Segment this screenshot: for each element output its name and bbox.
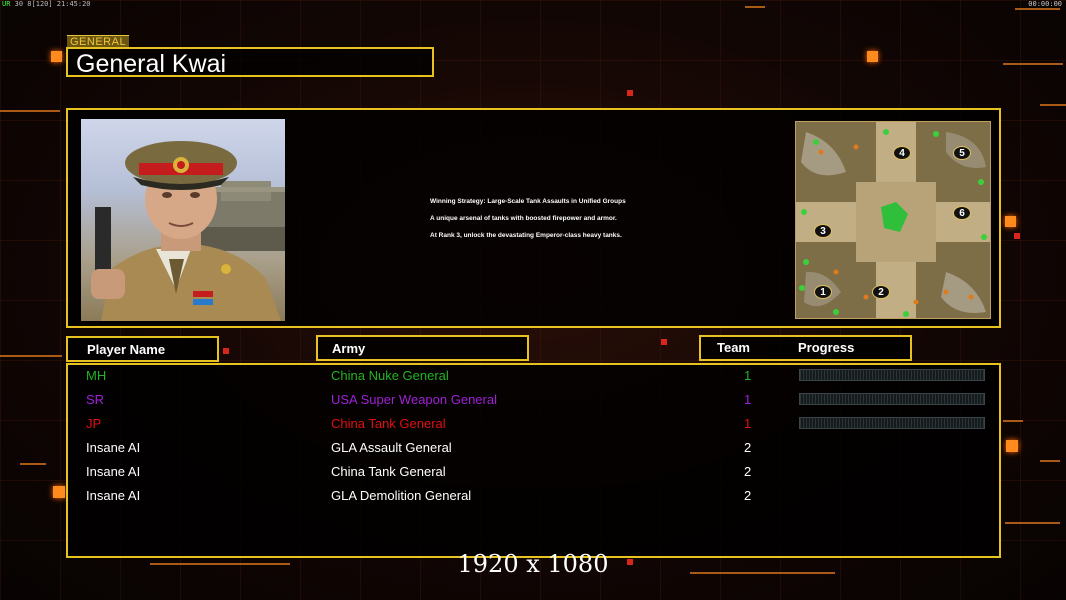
player-name: Insane AI: [86, 464, 141, 479]
player-team: 1: [744, 368, 752, 383]
deco-line: [1040, 104, 1066, 106]
player-army: GLA Assault General: [331, 440, 452, 455]
progress-bar: [799, 369, 985, 381]
start-position-marker: 6: [953, 206, 971, 220]
player-team: 2: [744, 488, 752, 503]
deco-square: [1006, 440, 1018, 452]
deco-square: [867, 51, 878, 62]
deco-square: [1005, 216, 1016, 227]
player-row: Insane AI China Tank General 2: [68, 462, 999, 484]
player-name: SR: [86, 392, 105, 407]
deco-line: [0, 355, 62, 357]
start-position-marker: 3: [814, 224, 832, 238]
player-team: 1: [744, 392, 752, 407]
general-portrait: [81, 119, 285, 321]
strategy-text: Winning Strategy: Large-Scale Tank Assau…: [430, 198, 720, 249]
player-army: China Tank General: [331, 416, 446, 431]
player-name: Insane AI: [86, 440, 141, 455]
army-header-label: Army: [332, 341, 366, 356]
deco-line: [745, 6, 765, 8]
deco-square: [51, 51, 62, 62]
strategy-line: Winning Strategy: Large-Scale Tank Assau…: [430, 198, 626, 205]
deco-dot: [1014, 233, 1020, 239]
player-row: MH China Nuke General 1: [68, 366, 999, 388]
deco-dot: [627, 90, 633, 96]
deco-line: [1003, 63, 1063, 65]
player-list-panel: MH China Nuke General 1 SR USA Super Weapon …: [66, 363, 1001, 558]
player-team: 1: [744, 416, 752, 431]
deco-line: [1005, 522, 1060, 524]
map-preview[interactable]: 4 5 6 3 1 2: [795, 121, 991, 319]
resolution-label: 1920 x 1080: [457, 550, 609, 578]
deco-line: [1040, 460, 1060, 462]
progress-bar: [799, 417, 985, 429]
status-bar-left: UR 30 8[120] 21:45:20: [2, 0, 91, 8]
player-row: Insane AI GLA Assault General 2: [68, 438, 999, 460]
army-header: Army: [316, 335, 529, 361]
deco-line: [1015, 8, 1060, 10]
deco-line: [20, 463, 46, 465]
portrait-image: [91, 141, 285, 321]
player-name: Insane AI: [86, 488, 141, 503]
player-row: JP China Tank General 1: [68, 414, 999, 436]
status-bar-right: 00:00:00: [1028, 0, 1062, 8]
deco-dot: [223, 348, 229, 354]
strategy-line: A unique arsenal of tanks with boosted f…: [430, 215, 617, 222]
player-army: China Nuke General: [331, 368, 449, 383]
general-name-box: General Kwai: [66, 47, 434, 78]
team-header-label: Team: [717, 340, 750, 355]
progress-bar: [799, 393, 985, 405]
strategy-line: At Rank 3, unlock the devastating Empero…: [430, 232, 622, 239]
player-name-header-label: Player Name: [87, 342, 166, 357]
general-info-panel: Winning Strategy: Large-Scale Tank Assau…: [66, 108, 1001, 328]
player-army: USA Super Weapon General: [331, 392, 497, 407]
team-progress-header: Team Progress: [699, 335, 912, 361]
player-row: SR USA Super Weapon General 1: [68, 390, 999, 412]
general-name: General Kwai: [76, 50, 227, 78]
player-army: GLA Demolition General: [331, 488, 472, 503]
status-text: 30 8[120] 21:45:20: [10, 0, 91, 8]
player-team: 2: [744, 440, 752, 455]
player-name-header: Player Name: [66, 336, 219, 362]
player-team: 2: [744, 464, 752, 479]
start-position-marker: 4: [893, 146, 911, 160]
start-position-marker: 2: [872, 285, 890, 299]
deco-line: [1003, 420, 1023, 422]
player-row: Insane AI GLA Demolition General 2: [68, 486, 999, 508]
player-name: JP: [86, 416, 102, 431]
player-army: China Tank General: [331, 464, 446, 479]
start-position-marker: 5: [953, 146, 971, 160]
deco-line: [0, 110, 60, 112]
player-name: MH: [86, 368, 107, 383]
deco-square: [53, 486, 65, 498]
progress-header-label: Progress: [798, 340, 855, 355]
deco-dot: [661, 339, 667, 345]
start-position-marker: 1: [814, 285, 832, 299]
